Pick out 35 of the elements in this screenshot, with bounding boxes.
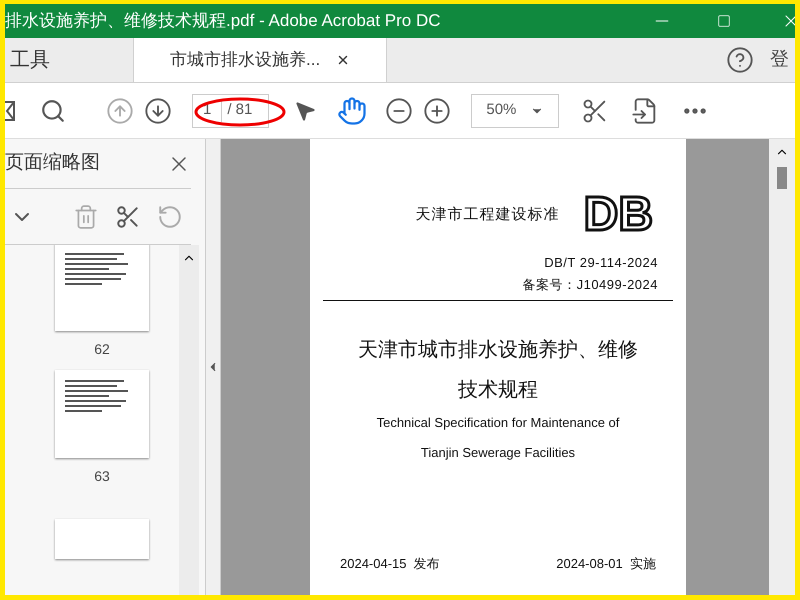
- help-icon[interactable]: [726, 46, 754, 74]
- hand-icon[interactable]: [337, 96, 368, 126]
- window-title: 排水设施养护、维修技术规程.pdf - Adobe Acrobat Pro DC: [5, 10, 442, 32]
- issue-date: 2024-04-15 发布: [340, 554, 440, 572]
- panel-title: 页面缩略图: [5, 151, 100, 176]
- page-label: 63: [94, 467, 110, 486]
- zoom-in-icon[interactable]: [423, 96, 452, 124]
- document-title: 天津市城市排水设施养护、维修: [358, 338, 638, 363]
- search-icon[interactable]: [40, 98, 66, 124]
- page-label: 62: [94, 340, 110, 359]
- document-title: 技术规程: [458, 378, 538, 403]
- page-thumbnail[interactable]: [55, 245, 149, 331]
- page-thumbnail[interactable]: [55, 519, 149, 559]
- scrollbar[interactable]: [179, 245, 199, 595]
- scrollbar[interactable]: [769, 139, 795, 595]
- sidebar-toggle-icon[interactable]: [5, 100, 15, 122]
- maximize-icon[interactable]: [717, 14, 731, 28]
- zoom-out-icon[interactable]: [385, 96, 414, 124]
- standard-series: 天津市工程建设标准: [416, 204, 560, 225]
- tab[interactable]: 工具: [5, 38, 55, 82]
- db-logo: DB: [584, 191, 653, 239]
- zoom-dropdown[interactable]: 50%: [471, 94, 560, 128]
- page-count: / 81: [226, 100, 254, 120]
- next-page-icon[interactable]: [144, 96, 172, 124]
- record-number: 备案号：J10499-2024: [522, 276, 658, 294]
- standard-code: DB/T 29-114-2024: [544, 254, 658, 272]
- effective-date: 2024-08-01 实施: [556, 554, 656, 572]
- english-title: Tianjin Sewerage Facilities: [420, 444, 576, 462]
- tab-label: 市城市排水设施养...: [170, 49, 320, 72]
- english-title: Technical Specification for Maintenance of: [376, 414, 620, 432]
- page-thumbnail[interactable]: [55, 370, 149, 458]
- scroll-thumb[interactable]: [777, 167, 787, 189]
- tab[interactable]: 市城市排水设施养...: [133, 38, 388, 82]
- tab-label: 工具: [10, 48, 50, 73]
- sign-in-link[interactable]: 登: [770, 46, 789, 74]
